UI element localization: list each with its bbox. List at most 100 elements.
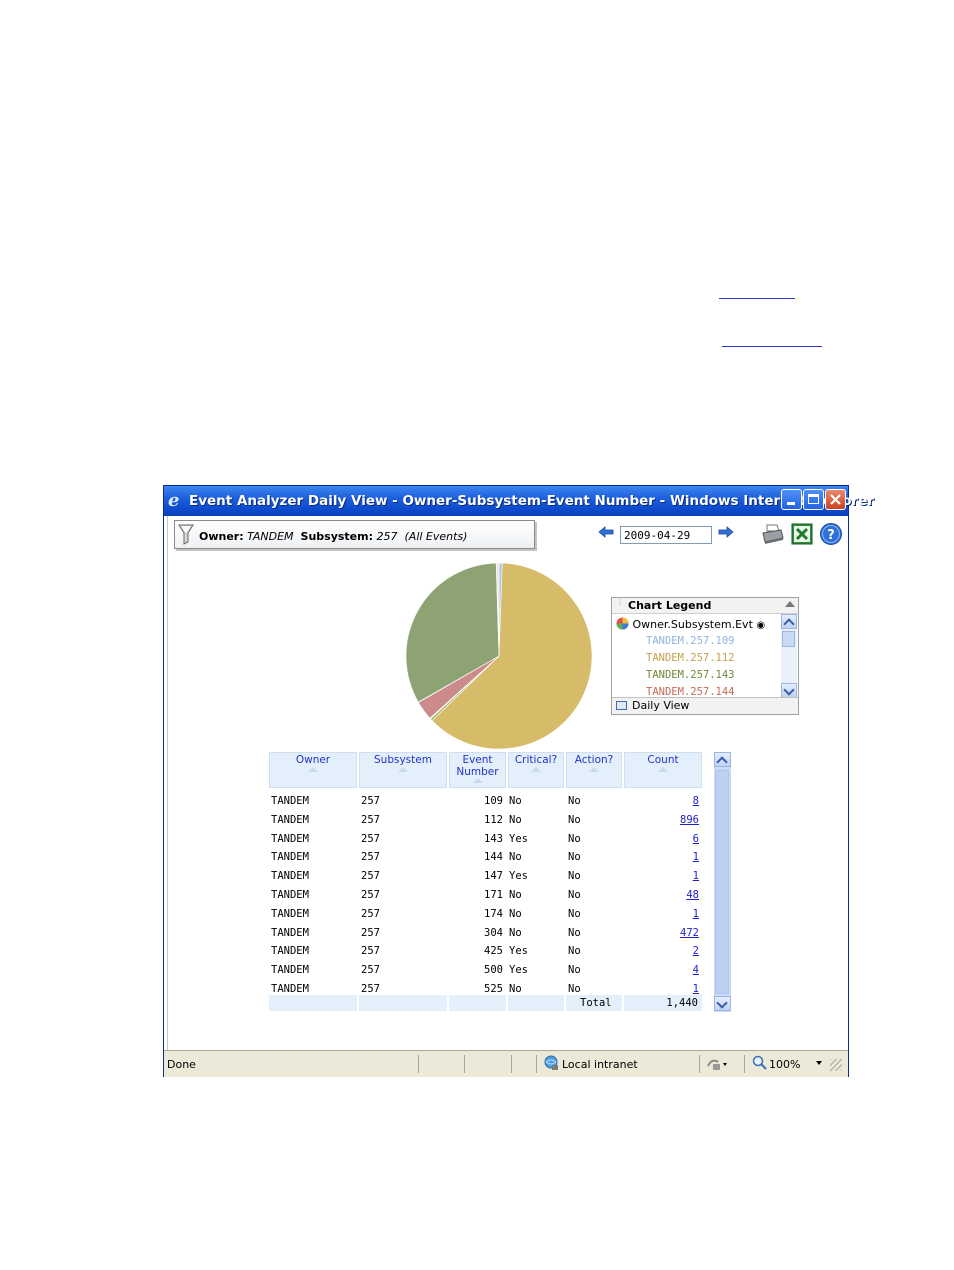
sort-arrow-icon — [398, 767, 408, 772]
critical-cell: No — [509, 983, 522, 995]
table-scrollbar[interactable] — [714, 752, 731, 1012]
subsystem-cell: 257 — [361, 983, 380, 995]
legend-item[interactable]: TANDEM.257.143 — [646, 669, 735, 681]
column-header-owner[interactable]: Owner — [269, 752, 357, 788]
critical-cell: Yes — [509, 945, 528, 958]
count-link[interactable]: 472 — [624, 927, 699, 939]
total-label: Total — [580, 997, 612, 1009]
table-scroll-up-button[interactable] — [714, 752, 731, 767]
column-header-critical[interactable]: Critical? — [508, 752, 564, 788]
critical-cell: No — [509, 813, 522, 826]
legend-header[interactable]: ⋮ Chart Legend — [612, 598, 798, 614]
resize-grip-icon[interactable] — [830, 1059, 842, 1071]
critical-cell: No — [509, 889, 522, 901]
owner-cell: TANDEM — [271, 870, 309, 883]
legend-scrollbar[interactable] — [781, 614, 797, 698]
column-header-event-number[interactable]: Event Number — [449, 752, 506, 788]
action-cell: No — [568, 813, 581, 826]
eye-icon[interactable]: ◉ — [756, 620, 765, 631]
action-cell: No — [568, 889, 581, 901]
owner-cell: TANDEM — [271, 813, 309, 826]
count-link[interactable]: 6 — [624, 833, 699, 845]
minimize-icon — [787, 502, 795, 505]
pie-chart — [405, 563, 593, 750]
critical-cell: Yes — [509, 870, 528, 883]
sort-arrow-icon — [589, 767, 599, 772]
collapse-caret-icon[interactable] — [785, 601, 795, 607]
date-input[interactable] — [620, 526, 712, 544]
ie-logo-icon: e — [168, 490, 180, 511]
action-cell: No — [568, 851, 581, 864]
count-link[interactable]: 48 — [624, 889, 699, 901]
legend-item[interactable]: TANDEM.257.112 — [646, 652, 735, 664]
count-link[interactable]: 1 — [624, 983, 699, 995]
subsystem-cell: 257 — [361, 945, 380, 958]
subsystem-cell: 257 — [361, 907, 380, 920]
help-icon[interactable]: ? — [819, 522, 843, 546]
legend-item[interactable]: TANDEM.257.109 — [646, 635, 735, 647]
action-cell: No — [568, 870, 581, 883]
maximize-button[interactable] — [803, 489, 824, 510]
next-day-arrow-icon[interactable] — [718, 526, 734, 538]
protected-mode-icon[interactable] — [706, 1056, 728, 1072]
legend-root-label: Owner.Subsystem.Evt — [632, 618, 753, 631]
filter-bar[interactable]: Owner: TANDEM Subsystem: 257 (All Events… — [174, 520, 535, 549]
legend-footer-label: Daily View — [632, 699, 690, 712]
count-link[interactable]: 8 — [624, 795, 699, 807]
count-link[interactable]: 1 — [624, 851, 699, 863]
legend-scroll-up-button[interactable] — [781, 614, 797, 629]
previous-day-arrow-icon[interactable] — [598, 526, 614, 538]
action-cell: No — [568, 907, 581, 920]
scope-value: (All Events) — [404, 530, 468, 543]
zoom-level[interactable]: 100% — [769, 1058, 800, 1071]
title-bar[interactable]: e Event Analyzer Daily View - Owner-Subs… — [164, 486, 874, 516]
event-number-cell: 525 — [484, 983, 503, 995]
drag-grip-icon[interactable]: ⋮ — [616, 599, 624, 610]
critical-cell: No — [509, 851, 522, 864]
subsystem-cell: 257 — [361, 795, 380, 807]
excel-export-icon[interactable] — [790, 522, 814, 546]
filter-funnel-icon — [178, 524, 194, 545]
legend-scroll-thumb[interactable] — [782, 631, 795, 647]
table-scroll-thumb[interactable] — [715, 770, 729, 994]
count-link[interactable]: 4 — [624, 964, 699, 976]
table-footer-cell — [449, 995, 506, 1011]
event-number-cell: 304 — [484, 926, 503, 939]
count-link[interactable]: 1 — [624, 870, 699, 882]
event-number-cell: 144 — [484, 851, 503, 864]
legend-footer[interactable]: Daily View — [612, 697, 798, 714]
minimize-button[interactable] — [781, 489, 802, 510]
subsystem-value: 257 — [376, 530, 398, 543]
zoom-icon[interactable] — [752, 1055, 768, 1071]
zone-label: Local intranet — [562, 1058, 638, 1071]
color-wheel-icon — [616, 617, 629, 630]
legend-root-item[interactable]: Owner.Subsystem.Evt ◉ — [616, 617, 765, 631]
count-link[interactable]: 896 — [624, 814, 699, 826]
event-number-cell: 425 — [484, 945, 503, 958]
document-link-2[interactable] — [722, 346, 822, 347]
event-number-cell: 143 — [484, 832, 503, 845]
status-divider — [699, 1055, 700, 1073]
action-cell: No — [568, 832, 581, 845]
column-header-action[interactable]: Action? — [566, 752, 622, 788]
zoom-dropdown-icon[interactable] — [816, 1061, 822, 1065]
maximize-icon — [808, 494, 819, 504]
status-divider — [464, 1055, 465, 1073]
table-footer-cell — [269, 995, 357, 1011]
status-divider — [511, 1055, 512, 1073]
document-link-1[interactable] — [719, 298, 795, 299]
column-header-count[interactable]: Count — [624, 752, 702, 788]
count-link[interactable]: 2 — [624, 945, 699, 957]
status-text: Done — [167, 1058, 196, 1071]
legend-scroll-down-button[interactable] — [781, 683, 797, 698]
owner-cell: TANDEM — [271, 945, 309, 958]
status-bar: Done Local intranet 100% — [164, 1050, 848, 1077]
column-header-subsystem[interactable]: Subsystem — [359, 752, 447, 788]
close-button[interactable] — [825, 489, 846, 510]
total-value: 1,440 — [666, 997, 698, 1009]
table-scroll-down-button[interactable] — [714, 996, 731, 1011]
legend-title: Chart Legend — [628, 599, 712, 612]
count-link[interactable]: 1 — [624, 908, 699, 920]
status-divider — [418, 1055, 419, 1073]
print-icon[interactable] — [761, 522, 785, 546]
